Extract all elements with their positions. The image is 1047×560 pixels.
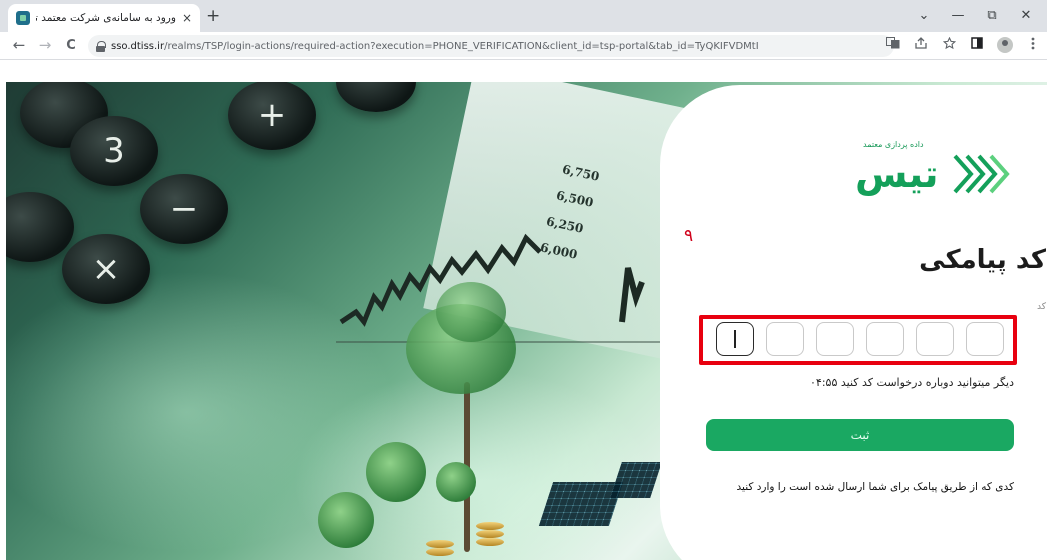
url-host: sso.dtiss.ir [111, 40, 165, 52]
instruction-text: کدی که از طریق پیامک برای شما ارسال شده … [736, 481, 1014, 493]
annotation-highlight-box [699, 315, 1017, 365]
menu-icon[interactable] [1025, 37, 1041, 53]
tree-foliage [318, 492, 374, 548]
tab-close-icon[interactable]: × [182, 11, 192, 25]
side-panel-icon[interactable] [969, 37, 985, 53]
bookmark-star-icon[interactable] [941, 36, 957, 53]
translate-icon[interactable] [885, 37, 901, 53]
tab-title: ورود به سامانه‌ی شرکت معتمد تیس [36, 12, 176, 24]
toolbar-icons [885, 36, 1041, 53]
logo-arrows-icon [953, 154, 1010, 194]
calculator-key: × [62, 234, 150, 304]
url-text[interactable]: sso.dtiss.ir/realms/TSP/login-actions/re… [111, 41, 759, 52]
browser-tab-bar: ورود به سامانه‌ی شرکت معتمد تیس × + ⌄ — … [0, 0, 1047, 32]
profile-icon[interactable] [997, 37, 1013, 53]
back-button[interactable]: ← [8, 36, 30, 54]
resend-timer-text: ۰۴:۵۵ دیگر میتوانید دوباره درخواست کد کن… [810, 376, 1014, 389]
tree-foliage [366, 442, 426, 502]
calculator-key: − [140, 174, 228, 244]
restore-button[interactable]: ⧉ [977, 4, 1007, 26]
coin-stack [426, 540, 454, 548]
coin-stack [426, 548, 454, 556]
calculator-key [6, 192, 74, 262]
lock-icon[interactable] [96, 40, 106, 52]
address-bar-row: ← → C sso.dtiss.ir/realms/TSP/login-acti… [0, 32, 1047, 60]
close-window-button[interactable]: ✕ [1011, 4, 1041, 26]
browser-tab[interactable]: ورود به سامانه‌ی شرکت معتمد تیس × [8, 4, 200, 32]
coin-stack [476, 538, 504, 546]
page-title: کد پیامکی [919, 245, 1046, 275]
tab-search-icon[interactable]: ⌄ [909, 4, 939, 26]
url-field[interactable]: sso.dtiss.ir/realms/TSP/login-actions/re… [88, 35, 894, 57]
tree-foliage [436, 282, 506, 342]
code-label: کد [1036, 302, 1046, 312]
reload-button[interactable]: C [60, 38, 82, 53]
company-logo: داده پردازی معتمد تیس [855, 140, 1025, 210]
calculator-key: 3 [70, 116, 158, 186]
coin-stack [476, 522, 504, 530]
logo-tagline: داده پردازی معتمد [863, 140, 924, 149]
logo-wordmark: تیس [855, 152, 939, 196]
new-tab-button[interactable]: + [206, 6, 220, 26]
annotation-step-number: ۹ [684, 226, 694, 246]
solar-panel [610, 462, 662, 498]
url-path: /realms/TSP/login-actions/required-actio… [164, 40, 759, 52]
submit-button[interactable]: ثبت [706, 419, 1014, 451]
calculator-key: + [228, 82, 316, 150]
share-icon[interactable] [913, 37, 929, 53]
site-favicon-icon [16, 11, 30, 25]
solar-panel [538, 482, 624, 526]
forward-button[interactable]: → [34, 36, 56, 54]
minimize-button[interactable]: — [943, 4, 973, 26]
coin-stack [476, 530, 504, 538]
tree-foliage [436, 462, 476, 502]
calculator-key [336, 82, 416, 112]
window-controls: ⌄ — ⧉ ✕ [909, 4, 1041, 26]
